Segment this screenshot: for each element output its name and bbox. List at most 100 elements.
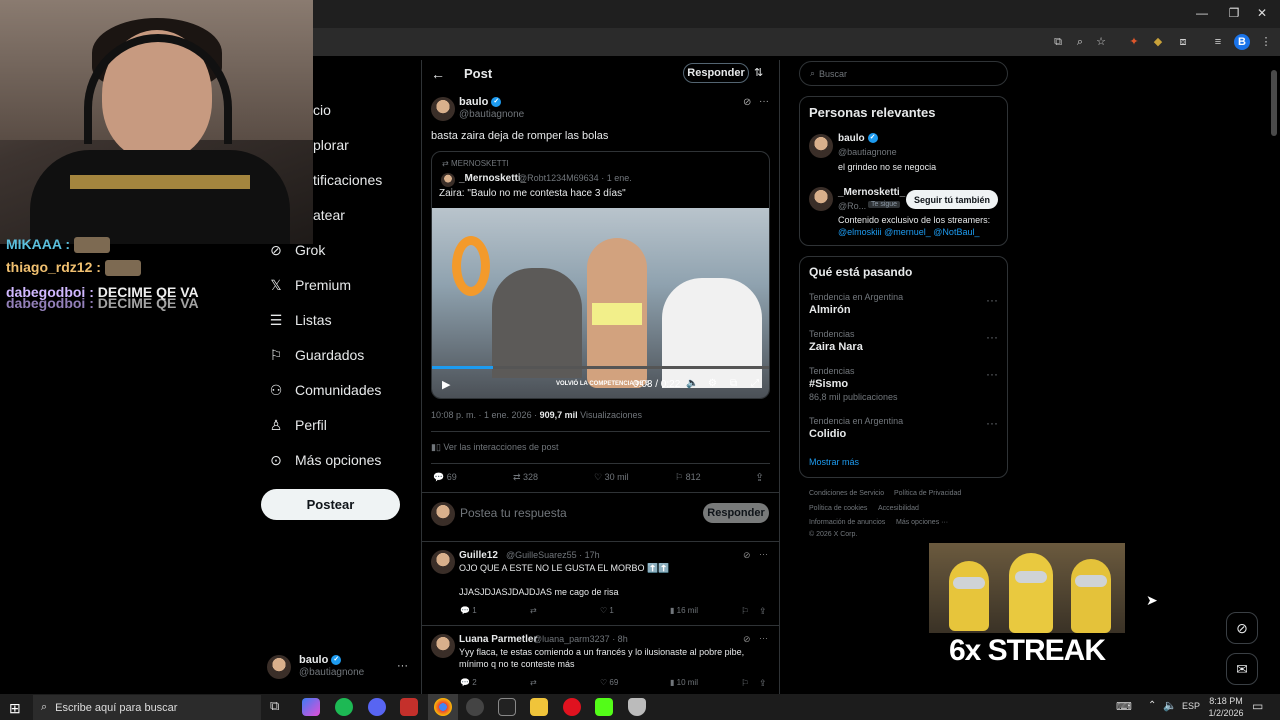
- nav-item-chat[interactable]: atear: [313, 203, 345, 227]
- media-control-icon[interactable]: ≡: [1210, 34, 1226, 50]
- kick-icon[interactable]: [595, 698, 613, 716]
- nav-item-bookmarks[interactable]: ⚐ Guardados: [268, 343, 365, 367]
- reply-avatar[interactable]: [431, 634, 455, 658]
- bookmark-icon[interactable]: ⚐: [741, 606, 749, 617]
- bookmark-stat[interactable]: ⚐ 812: [675, 472, 701, 483]
- person-name[interactable]: baulo ✓: [838, 133, 878, 144]
- reply-author-name[interactable]: Luana Parmetler: [459, 634, 537, 645]
- extensions-puzzle-icon[interactable]: ⧈: [1175, 34, 1191, 50]
- search-input[interactable]: ⌕ Buscar: [799, 61, 1008, 86]
- chrome-icon[interactable]: [434, 698, 452, 716]
- quoted-post[interactable]: ⇄ MERNOSKETTI _Mernosketti_ @Robt1234M69…: [431, 151, 770, 399]
- share-icon[interactable]: ⇪: [755, 471, 764, 484]
- nav-item-premium[interactable]: 𝕏 Premium: [268, 273, 351, 297]
- nav-item-explore[interactable]: plorar: [313, 133, 349, 157]
- browser-menu-icon[interactable]: ⋮: [1258, 34, 1274, 50]
- pip-icon[interactable]: ⧉: [730, 378, 737, 389]
- share-icon[interactable]: ⇪: [759, 606, 767, 617]
- person-avatar[interactable]: [809, 134, 833, 158]
- play-icon[interactable]: ▶: [442, 378, 450, 391]
- like-button[interactable]: ♡ 69: [600, 678, 618, 687]
- footer-link[interactable]: Política de cookies: [809, 505, 867, 512]
- clock-time[interactable]: 8:18 PM: [1207, 696, 1245, 706]
- author-avatar[interactable]: [431, 97, 455, 121]
- footer-link[interactable]: Más opciones ···: [896, 519, 948, 526]
- restore-icon[interactable]: ❐: [1224, 6, 1244, 20]
- back-arrow-icon[interactable]: ←: [431, 66, 445, 82]
- grok-icon[interactable]: ⊘: [743, 97, 751, 108]
- grok-icon[interactable]: ⊘: [743, 550, 751, 561]
- bookmark-icon[interactable]: ⚐: [741, 678, 749, 689]
- opera-icon[interactable]: [563, 698, 581, 716]
- reply-author-handle[interactable]: @GuilleSuarez55 · 17h: [506, 550, 600, 560]
- footer-link[interactable]: Condiciones de Servicio: [809, 490, 884, 497]
- reply-count[interactable]: 💬 1: [460, 606, 477, 615]
- author-name[interactable]: baulo ✓: [459, 96, 502, 108]
- share-icon[interactable]: ⇪: [759, 678, 767, 689]
- views-count[interactable]: ▮ 16 mil: [670, 606, 698, 615]
- video-player[interactable]: ▶ VOLVIÓ LA COMPETENCIA DE B 0:03 / 0:22…: [432, 208, 769, 398]
- messages-float-icon[interactable]: ✉: [1226, 653, 1258, 685]
- install-app-icon[interactable]: ⧉: [1050, 34, 1066, 50]
- like-stat[interactable]: ♡ 30 mil: [594, 472, 629, 483]
- tray-expand-icon[interactable]: ⌃: [1148, 700, 1156, 711]
- nav-item-communities[interactable]: ⚇ Comunidades: [268, 378, 382, 402]
- language-indicator[interactable]: ESP: [1182, 701, 1200, 711]
- volume-icon[interactable]: 🔈: [686, 378, 698, 389]
- spotify-icon[interactable]: [335, 698, 353, 716]
- trend-more-icon[interactable]: ···: [986, 293, 998, 307]
- footer-link[interactable]: Accesibilidad: [878, 505, 919, 512]
- repost-stat[interactable]: ⇄ 328: [513, 472, 538, 483]
- follow-button[interactable]: Seguir tú también: [906, 190, 998, 209]
- trend-more-icon[interactable]: ···: [986, 367, 998, 381]
- post-more-icon[interactable]: ···: [759, 96, 769, 107]
- person-handle[interactable]: @bautiagnone: [838, 147, 897, 157]
- author-handle[interactable]: @bautiagnone: [459, 109, 524, 120]
- trend-more-icon[interactable]: ···: [986, 416, 998, 430]
- person-avatar[interactable]: [809, 187, 833, 211]
- reply-compose-input[interactable]: Postea tu respuesta: [460, 506, 567, 520]
- extension-color-icon[interactable]: ◆: [1150, 34, 1166, 50]
- capcut-icon[interactable]: [498, 698, 516, 716]
- reply-author-name[interactable]: Guille12: [459, 550, 498, 561]
- repost-button[interactable]: ⇄: [530, 606, 537, 615]
- speaker-icon[interactable]: 🔈: [1163, 699, 1177, 712]
- task-view-icon[interactable]: ⧉: [270, 698, 288, 716]
- nav-item-grok[interactable]: ⊘ Grok: [268, 238, 325, 262]
- windows-start-icon[interactable]: ⊞: [9, 700, 21, 717]
- scrollbar[interactable]: [1271, 70, 1277, 136]
- footer-link[interactable]: Información de anuncios: [809, 519, 885, 526]
- trend-name[interactable]: Zaira Nara: [809, 341, 863, 353]
- view-interactions-link[interactable]: ▮▯ Ver las interacciones de post: [431, 442, 558, 453]
- person-handle[interactable]: @Ro...: [838, 201, 866, 211]
- fullscreen-icon[interactable]: ⤢: [751, 378, 759, 389]
- grok-float-icon[interactable]: ⊘: [1226, 612, 1258, 644]
- reply-avatar[interactable]: [431, 550, 455, 574]
- profile-avatar-icon[interactable]: B: [1234, 34, 1250, 50]
- trend-more-icon[interactable]: ···: [986, 330, 998, 344]
- person-mentions[interactable]: @elmoskiii @mernuel_ @NotBaul_: [838, 227, 979, 237]
- minimize-icon[interactable]: —: [1192, 6, 1212, 20]
- reply-stat[interactable]: 💬 69: [433, 472, 457, 483]
- reply-count[interactable]: 💬 2: [460, 678, 477, 687]
- compose-reply-button[interactable]: Responder: [703, 503, 769, 523]
- reply-author-handle[interactable]: @luana_parm3237 · 8h: [533, 634, 628, 644]
- person-name[interactable]: _Mernosketti_: [838, 187, 905, 198]
- account-more-icon[interactable]: ···: [397, 660, 408, 672]
- nav-item-profile[interactable]: ♙ Perfil: [268, 413, 327, 437]
- keyboard-icon[interactable]: ⌨: [1116, 700, 1132, 713]
- notification-icon[interactable]: ▭: [1252, 699, 1263, 713]
- settings-icon[interactable]: ⚙: [708, 378, 717, 389]
- reply-more-icon[interactable]: ···: [759, 549, 768, 559]
- nav-item-home[interactable]: cio: [313, 98, 331, 122]
- grok-icon[interactable]: ⊘: [743, 634, 751, 645]
- account-avatar[interactable]: [267, 655, 291, 679]
- like-button[interactable]: ♡ 1: [600, 606, 614, 615]
- obs-icon[interactable]: [466, 698, 484, 716]
- trend-name[interactable]: Almirón: [809, 304, 851, 316]
- trend-name[interactable]: #Sismo: [809, 378, 848, 390]
- nav-item-lists[interactable]: ☰ Listas: [268, 308, 332, 332]
- stream-app-icon[interactable]: [400, 698, 418, 716]
- show-more-link[interactable]: Mostrar más: [809, 457, 859, 467]
- zoom-icon[interactable]: ⌕: [1072, 34, 1088, 50]
